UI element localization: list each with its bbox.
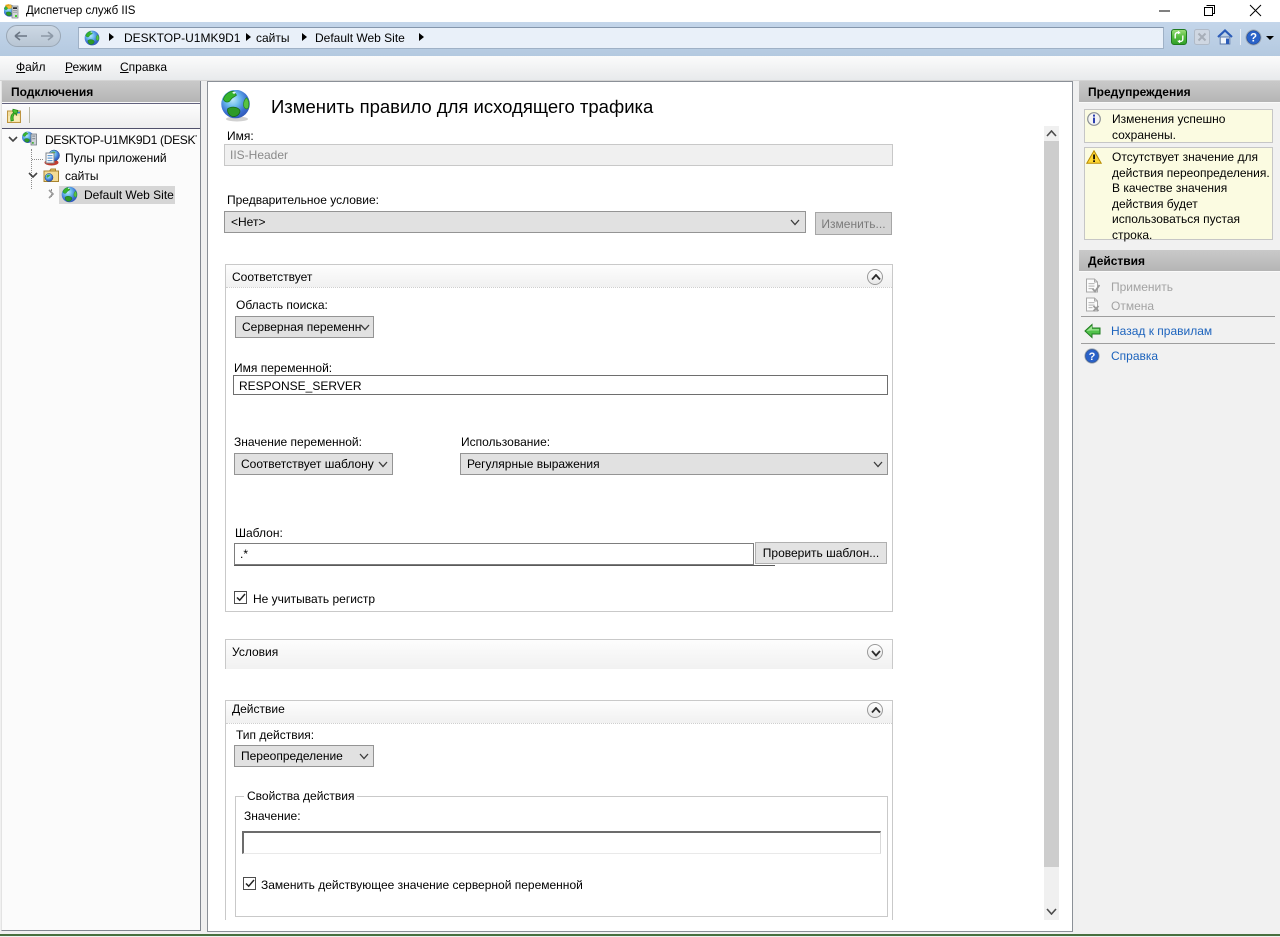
svg-text:?: ? <box>1089 351 1096 363</box>
svg-text:?: ? <box>1250 33 1257 45</box>
